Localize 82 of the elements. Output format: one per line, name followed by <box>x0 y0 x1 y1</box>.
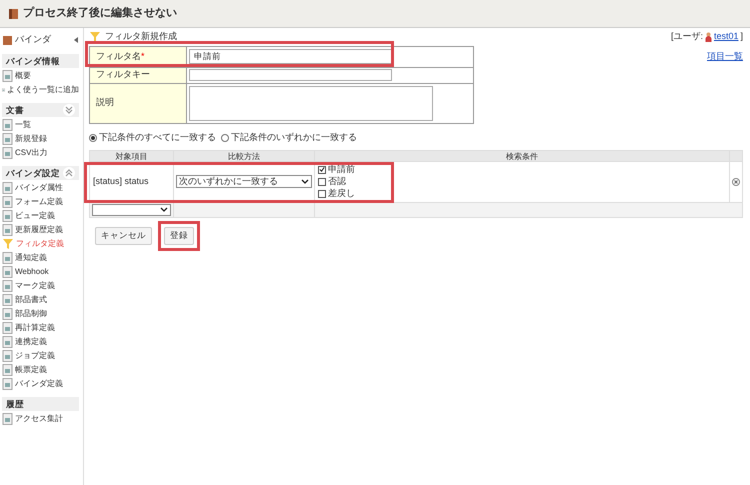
sidebar-link[interactable]: フィルタ定義 <box>16 238 64 250</box>
page-icon <box>2 147 13 159</box>
sidebar-link[interactable]: 帳票定義 <box>15 364 47 376</box>
sidebar-link[interactable]: 通知定義 <box>15 252 47 264</box>
double-chevron-down-icon[interactable] <box>63 104 75 116</box>
page-icon <box>2 266 13 278</box>
page-title: フィルタ新規作成 <box>105 30 177 44</box>
sidebar-link[interactable]: バインダ定義 <box>15 378 63 390</box>
sidebar-link[interactable]: ジョブ定義 <box>15 350 55 362</box>
page-icon <box>2 308 13 320</box>
section-title: 履歴 <box>6 398 24 410</box>
condition-checkbox[interactable]: 差戻し <box>318 188 726 200</box>
section-title: バインダ設定 <box>6 166 60 180</box>
form-button[interactable]: キャンセル <box>95 226 152 244</box>
page-icon <box>2 336 13 348</box>
page-icon <box>2 252 13 264</box>
double-chevron-up-icon[interactable] <box>63 167 75 179</box>
sidebar-header: バインダ <box>15 33 51 46</box>
match-radio[interactable]: 下記条件のいずれかに一致する <box>221 130 357 144</box>
column-header: 対象項目 <box>90 150 174 160</box>
key-field[interactable] <box>189 69 392 81</box>
person-icon <box>704 32 712 42</box>
bracket-text: ] <box>740 30 743 44</box>
funnel-icon <box>89 31 101 43</box>
sidebar-link[interactable]: 再計算定義 <box>15 322 55 334</box>
remove-icon[interactable] <box>732 178 740 186</box>
page-icon <box>2 210 13 222</box>
description-field[interactable] <box>189 86 433 120</box>
page-icon <box>2 182 13 194</box>
column-header: 検索条件 <box>315 150 730 160</box>
sidebar-link[interactable]: フォーム定義 <box>15 196 63 208</box>
method-select[interactable]: 次のいずれかに一致する <box>176 175 312 188</box>
field-select[interactable] <box>92 204 171 216</box>
page-icon <box>2 70 13 82</box>
user-label: [ユーザ: <box>670 30 703 44</box>
sidebar-link[interactable]: ビュー定義 <box>15 210 55 222</box>
page-icon <box>2 322 13 334</box>
check-icon <box>319 166 325 173</box>
section-title: 文書 <box>6 104 24 116</box>
page-icon <box>2 350 13 362</box>
funnel-icon <box>2 238 14 250</box>
column-header: 比較方法 <box>174 150 315 160</box>
condition-checkbox[interactable]: 否認 <box>318 176 726 188</box>
sidebar-link[interactable]: 更新履歴定義 <box>15 224 63 236</box>
sidebar-link[interactable]: 連携定義 <box>15 336 47 348</box>
page-icon <box>2 294 13 306</box>
sidebar-link[interactable]: よく使う一覧に追加 <box>7 84 79 96</box>
page-icon <box>2 413 13 425</box>
binder-icon <box>2 34 13 46</box>
form-label: フィルタキー <box>90 68 187 82</box>
page-icon <box>2 378 13 390</box>
name-field[interactable]: 申請前 <box>189 49 392 64</box>
table-cell: [status] status <box>90 162 174 202</box>
items-link[interactable]: 項目一覧 <box>707 50 743 64</box>
form-label: フィルタ名* <box>90 46 187 66</box>
match-radio[interactable]: 下記条件のすべてに一致する <box>89 130 216 144</box>
page-icon <box>2 133 13 145</box>
binder-icon <box>8 8 19 20</box>
sidebar-link[interactable]: アクセス集計 <box>15 413 63 425</box>
condition-checkbox[interactable]: 申請前 <box>318 164 726 176</box>
page-icon <box>2 196 13 208</box>
page-icon <box>2 119 13 131</box>
sidebar-link[interactable]: 部品制御 <box>15 308 47 320</box>
user-link[interactable]: test01 <box>714 30 738 44</box>
sidebar-link[interactable]: マーク定義 <box>15 280 55 292</box>
sidebar-link[interactable]: CSV出力 <box>15 147 48 159</box>
sidebar-link[interactable]: 部品書式 <box>15 294 47 306</box>
sidebar-link[interactable]: 概要 <box>15 70 31 82</box>
page-icon <box>2 364 13 376</box>
page-icon <box>2 280 13 292</box>
form-label: 説明 <box>90 84 187 122</box>
collapse-arrow-icon[interactable] <box>73 37 79 43</box>
form-button[interactable]: 登録 <box>164 226 194 244</box>
sidebar-link[interactable]: Webhook <box>15 266 49 278</box>
sidebar-link[interactable]: バインダ属性 <box>15 182 63 194</box>
page-icon <box>2 224 13 236</box>
sidebar-link[interactable]: 新規登録 <box>15 133 47 145</box>
chevron-down-icon <box>301 179 309 184</box>
sidebar-link[interactable]: 一覧 <box>15 119 31 131</box>
chevron-down-icon <box>160 207 168 212</box>
window-title: プロセス終了後に編集させない <box>23 6 177 22</box>
section-title: バインダ情報 <box>6 54 60 68</box>
